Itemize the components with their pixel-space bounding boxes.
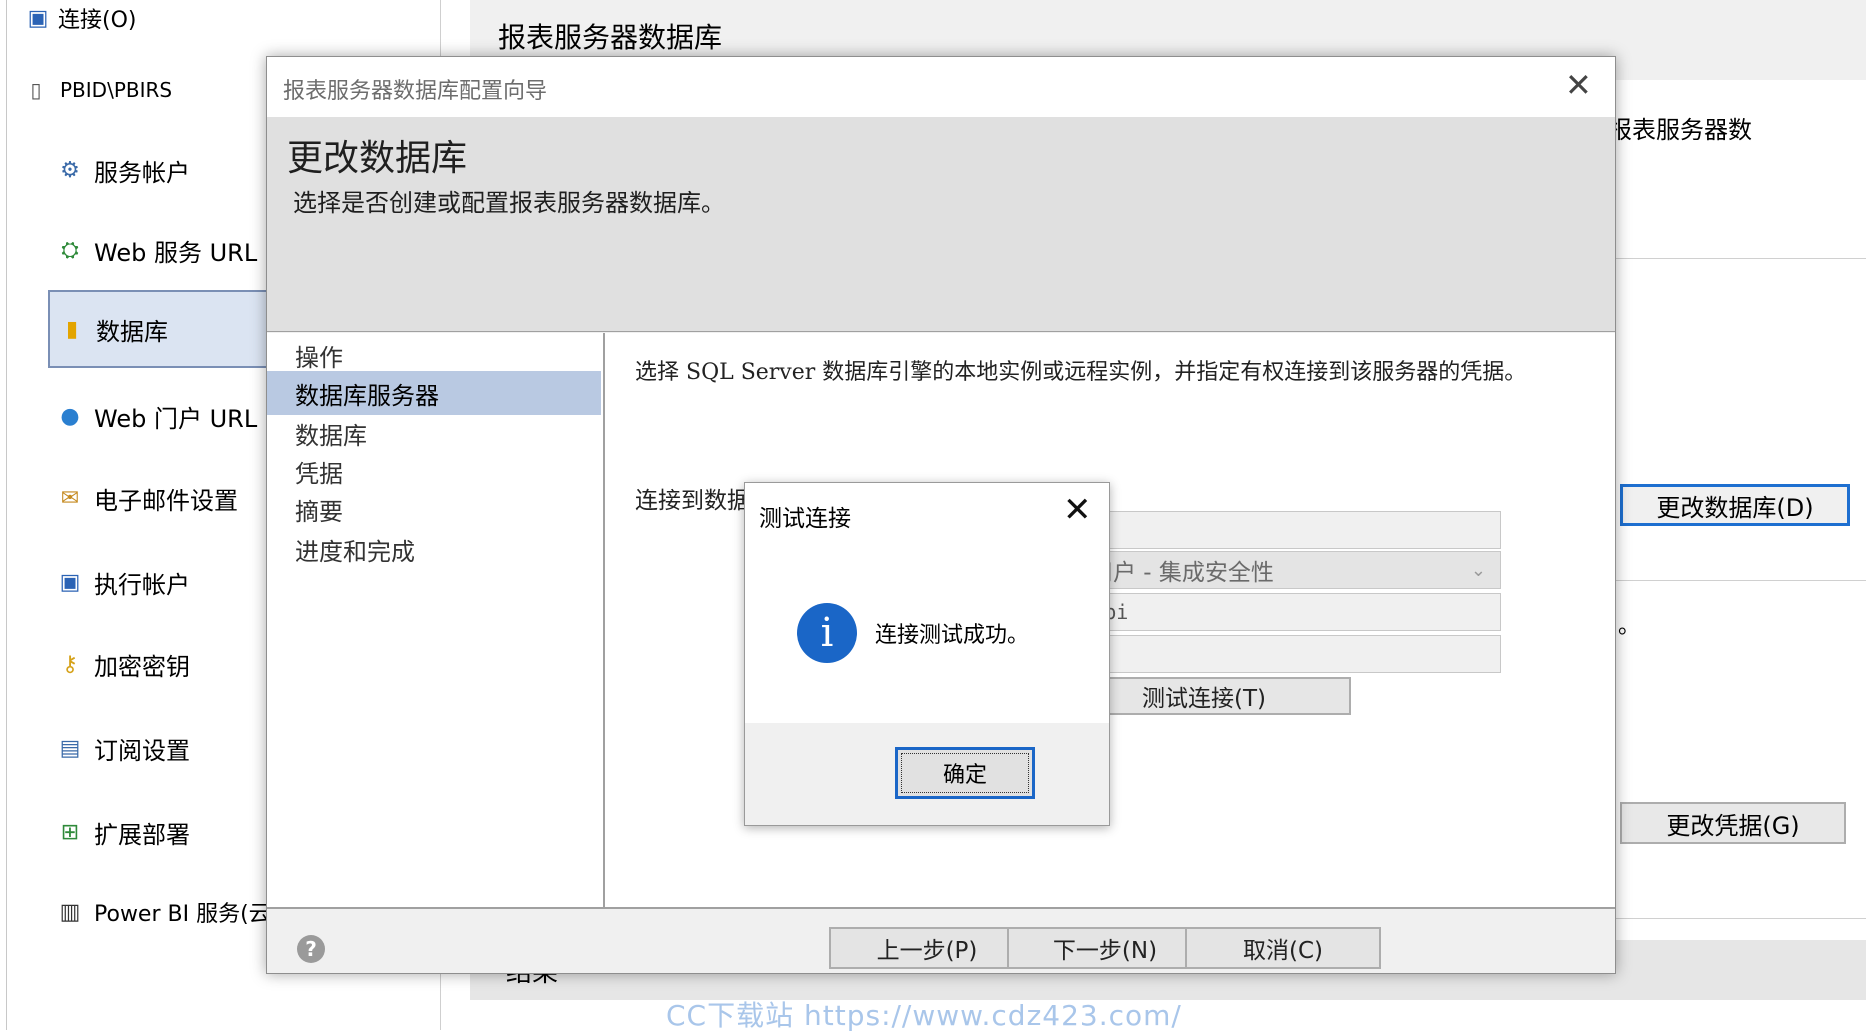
- email-icon: ✉: [60, 485, 80, 511]
- divider: [1616, 258, 1866, 259]
- server-name: PBID\PBIRS: [60, 78, 173, 102]
- scaleout-icon: ⊞: [60, 819, 80, 845]
- nav-item-scaleout-deployment[interactable]: ⊞ 扩展部署: [56, 808, 190, 856]
- divider: [1616, 918, 1866, 919]
- nav-label: Web 服务 URL: [94, 238, 258, 267]
- server-icon: ▯: [30, 78, 42, 102]
- database-icon: ▮: [65, 316, 79, 342]
- next-button[interactable]: 下一步(N): [1007, 927, 1203, 969]
- nav-label: Power BI 服务(云: [94, 902, 271, 927]
- wizard-header: 更改数据库 选择是否创建或配置报表服务器数据库。: [267, 117, 1615, 332]
- nav-label: 加密密钥: [94, 652, 190, 681]
- nav-item-service-account[interactable]: ⚙ 服务帐户: [56, 146, 190, 194]
- server-node[interactable]: ▯ PBID\PBIRS: [22, 76, 172, 104]
- chart-icon: ▥: [59, 899, 81, 925]
- cancel-button[interactable]: 取消(C): [1185, 927, 1381, 969]
- user-icon: ▣: [59, 569, 81, 595]
- watermark: CC下载站 https://www.cdz423.com/: [666, 999, 1182, 1032]
- nav-item-encryption-keys[interactable]: ⚷ 加密密钥: [56, 640, 190, 688]
- nav-label: 数据库: [96, 317, 168, 346]
- globe-icon: ●: [60, 403, 80, 429]
- wizard-close-icon[interactable]: ✕: [1565, 69, 1592, 101]
- nav-item-email-settings[interactable]: ✉ 电子邮件设置: [56, 474, 238, 522]
- step-database-server[interactable]: 数据库服务器: [267, 371, 601, 415]
- nav-label: 执行帐户: [94, 570, 190, 599]
- wizard-header-subtitle: 选择是否创建或配置报表服务器数据库。: [293, 189, 725, 217]
- messagebox-message: 连接测试成功。: [875, 623, 1030, 648]
- wizard-steps-list: 操作 数据库服务器 数据库 凭据 摘要 进度和完成: [267, 333, 605, 907]
- messagebox-close-icon[interactable]: ✕: [1063, 493, 1092, 527]
- subscription-icon: ▤: [59, 735, 81, 761]
- nav-item-web-service-url[interactable]: ⛭ Web 服务 URL: [56, 226, 257, 274]
- footer-divider: [267, 907, 1615, 909]
- back-button[interactable]: 上一步(P): [829, 927, 1025, 969]
- connect-icon: ▣: [27, 5, 49, 31]
- chevron-down-icon: ⌄: [1470, 559, 1486, 581]
- pane-border: [6, 0, 7, 1030]
- web-service-icon: ⛭: [61, 237, 79, 263]
- info-icon: i: [797, 603, 857, 663]
- ok-button[interactable]: 确定: [895, 747, 1035, 799]
- nav-item-execution-account[interactable]: ▣ 执行帐户: [56, 558, 190, 606]
- nav-label: 扩展部署: [94, 820, 190, 849]
- nav-label: 服务帐户: [94, 158, 190, 187]
- nav-item-web-portal-url[interactable]: ● Web 门户 URL: [56, 392, 257, 440]
- messagebox-title: 测试连接: [759, 506, 851, 532]
- change-credentials-button[interactable]: 更改凭据(G): [1620, 802, 1846, 844]
- wizard-title: 报表服务器数据库配置向导: [283, 79, 548, 104]
- connect-label: 连接(O): [58, 8, 137, 33]
- partial-text: 报表服务器数: [1608, 116, 1752, 144]
- step-summary[interactable]: 摘要: [267, 487, 601, 531]
- key-icon: ⚷: [61, 651, 79, 677]
- wizard-description: 选择 SQL Server 数据库引擎的本地实例或远程实例，并指定有权连接到该服…: [635, 360, 1527, 385]
- partial-dot: 。: [1618, 614, 1641, 639]
- nav-item-subscription-settings[interactable]: ▤ 订阅设置: [56, 724, 190, 772]
- nav-label: 电子邮件设置: [94, 486, 238, 515]
- nav-label: Web 门户 URL: [94, 404, 258, 433]
- help-icon[interactable]: ?: [297, 935, 325, 963]
- test-connection-messagebox: 测试连接 ✕ i 连接测试成功。 确定: [744, 482, 1110, 826]
- divider: [1616, 580, 1866, 581]
- change-database-button[interactable]: 更改数据库(D): [1620, 484, 1850, 526]
- wizard-header-title: 更改数据库: [287, 138, 468, 179]
- connect-button[interactable]: ▣ 连接(O): [24, 2, 137, 34]
- page-title: 报表服务器数据库: [498, 21, 723, 54]
- service-account-icon: ⚙: [60, 157, 80, 183]
- nav-label: 订阅设置: [94, 736, 190, 765]
- step-progress[interactable]: 进度和完成: [267, 527, 601, 571]
- nav-item-power-bi-service[interactable]: ▥ Power BI 服务(云: [56, 888, 271, 936]
